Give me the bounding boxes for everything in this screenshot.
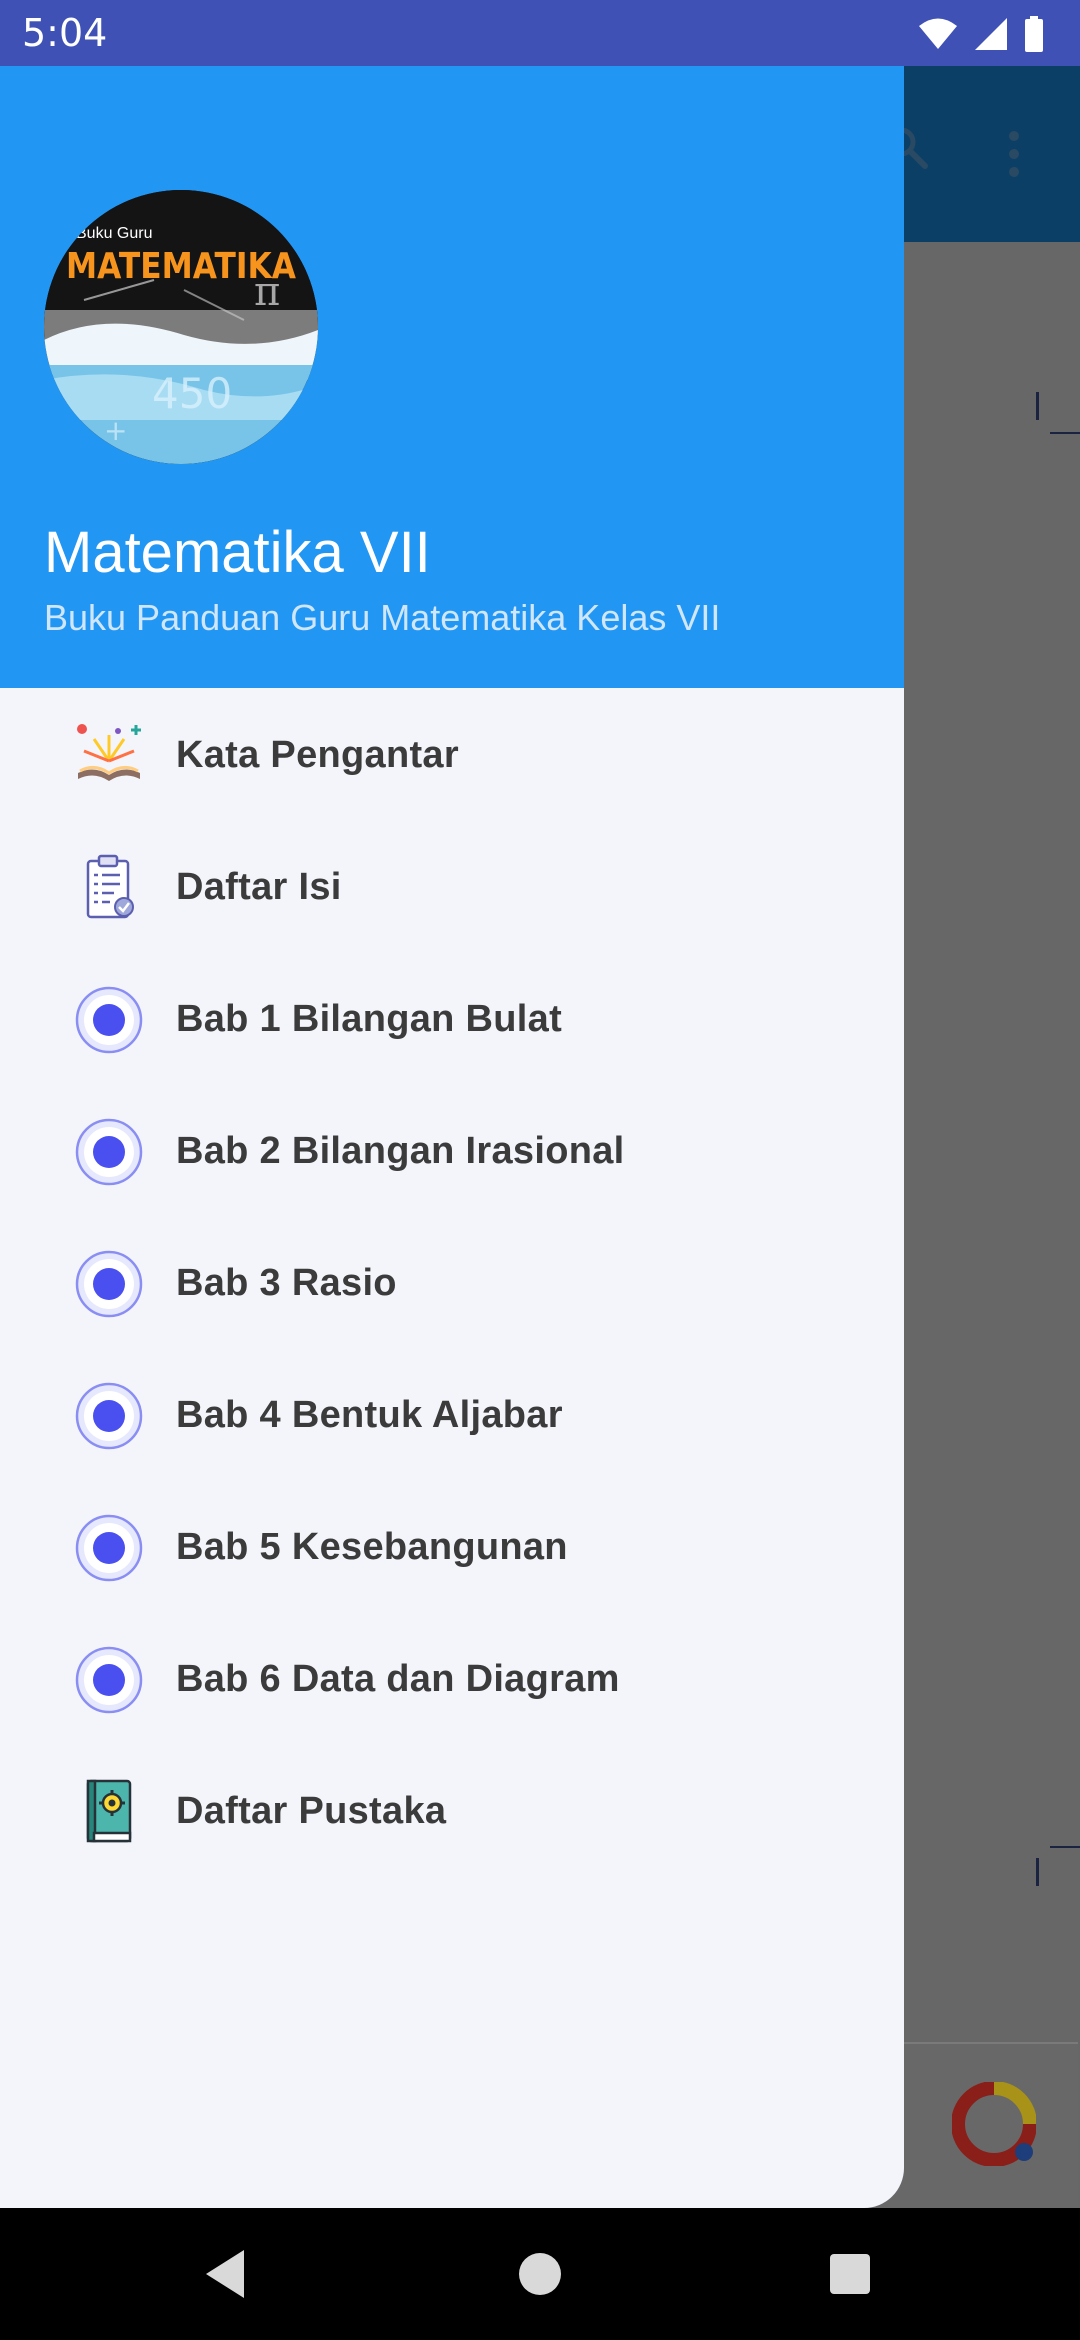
svg-text:450: 450: [152, 369, 232, 418]
menu-item-label: Bab 1 Bilangan Bulat: [176, 998, 563, 1040]
menu-item-bab-4[interactable]: Bab 4 Bentuk Aljabar: [0, 1348, 904, 1480]
navigation-drawer: 450 + π Buku Guru MATEMATIKA Matematika …: [0, 66, 904, 2208]
menu-item-bab-6[interactable]: Bab 6 Data dan Diagram: [0, 1612, 904, 1744]
menu-item-bab-1[interactable]: Bab 1 Bilangan Bulat: [0, 952, 904, 1084]
radio-dot-icon: [74, 1117, 144, 1187]
ad-logo-icon: [951, 2081, 1037, 2171]
menu-item-kata-pengantar[interactable]: Kata Pengantar: [0, 688, 904, 820]
recents-icon[interactable]: [828, 2244, 872, 2309]
system-navigation-bar: [0, 2208, 1080, 2340]
avatar-small-text: Buku Guru: [76, 225, 152, 242]
menu-item-label: Bab 4 Bentuk Aljabar: [176, 1394, 563, 1436]
menu-item-label: Daftar Pustaka: [176, 1790, 447, 1832]
menu-item-label: Kata Pengantar: [176, 734, 459, 776]
menu-item-label: Bab 6 Data dan Diagram: [176, 1658, 620, 1700]
radio-dot-icon: [74, 1249, 144, 1319]
battery-icon: [1024, 16, 1044, 52]
drawer-subtitle: Buku Panduan Guru Matematika Kelas VII: [44, 597, 721, 638]
status-icons: [918, 14, 1044, 54]
menu-item-label: Daftar Isi: [176, 866, 342, 908]
clipboard-checklist-icon: [74, 853, 144, 923]
menu-item-label: Bab 5 Kesebangunan: [176, 1526, 568, 1568]
gear-book-icon: [74, 1777, 144, 1847]
menu-item-label: Bab 3 Rasio: [176, 1262, 397, 1304]
menu-item-daftar-isi[interactable]: Daftar Isi: [0, 820, 904, 952]
radio-dot-icon: [74, 985, 144, 1055]
page-corner-mark: [1050, 432, 1080, 434]
drawer-title: Matematika VII: [44, 520, 431, 585]
cellular-signal-icon: [974, 17, 1008, 51]
more-vert-icon: [1006, 130, 1022, 183]
menu-item-label: Bab 2 Bilangan Irasional: [176, 1130, 625, 1172]
home-icon[interactable]: [518, 2244, 562, 2309]
back-icon[interactable]: [202, 2244, 246, 2309]
svg-text:+: +: [104, 414, 127, 447]
radio-dot-icon: [74, 1645, 144, 1715]
drawer-header: 450 + π Buku Guru MATEMATIKA Matematika …: [0, 66, 904, 688]
menu-item-bab-3[interactable]: Bab 3 Rasio: [0, 1216, 904, 1348]
book-cover-avatar: 450 + π Buku Guru MATEMATIKA: [44, 190, 318, 464]
radio-dot-icon: [74, 1381, 144, 1451]
menu-item-bab-5[interactable]: Bab 5 Kesebangunan: [0, 1480, 904, 1612]
status-bar: 5:04: [0, 0, 1080, 66]
status-time: 5:04: [22, 11, 108, 55]
wifi-icon: [918, 17, 958, 51]
radio-dot-icon: [74, 1513, 144, 1583]
page-corner-mark: [1036, 392, 1039, 420]
avatar-big-text: MATEMATIKA: [66, 246, 296, 287]
menu-item-bab-2[interactable]: Bab 2 Bilangan Irasional: [0, 1084, 904, 1216]
page-corner-mark: [1036, 1858, 1039, 1886]
open-book-sparkle-icon: [74, 721, 144, 791]
menu-item-daftar-pustaka[interactable]: Daftar Pustaka: [0, 1744, 904, 1876]
page-corner-mark: [1050, 1846, 1080, 1848]
